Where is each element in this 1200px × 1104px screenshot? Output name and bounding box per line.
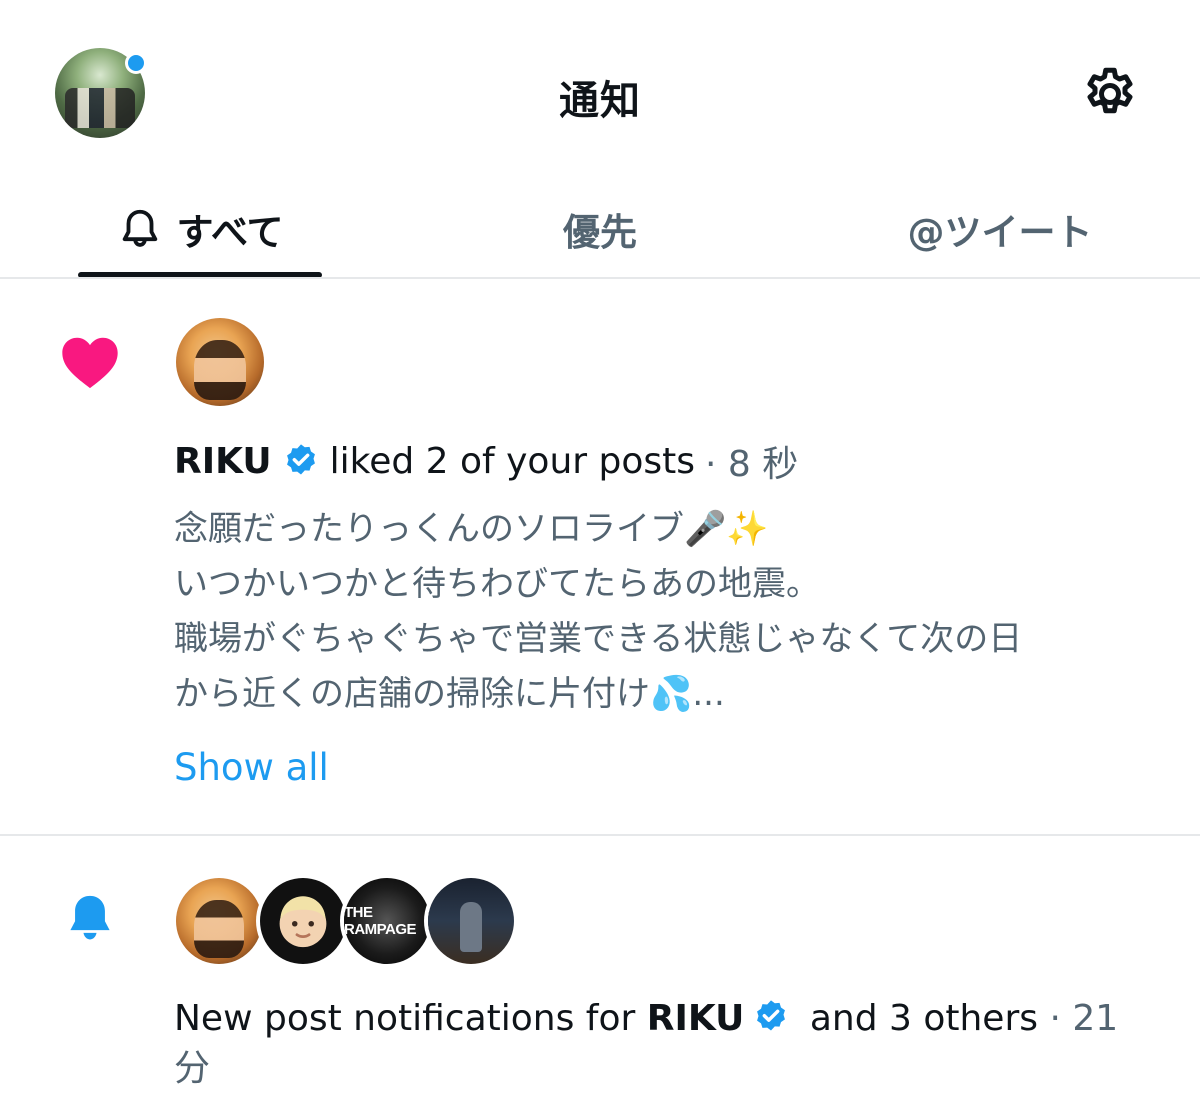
notification-header: RIKU liked 2 of your posts · 8 秒	[174, 435, 798, 487]
verified-badge-icon	[286, 444, 315, 475]
bell-icon	[70, 895, 110, 940]
user-avatar-2[interactable]	[260, 878, 346, 964]
tab-mentions-label: @ツイート	[907, 211, 1093, 254]
post-line: から近くの店舗の掃除に片付け💦...	[174, 674, 725, 714]
notification-text: New post notifications for RIKU and 3 ot…	[174, 994, 1164, 1094]
post-line: いつかいつかと待ちわびてたらあの地震。	[174, 564, 820, 604]
timestamp-unit: 分	[174, 1048, 211, 1089]
user-avatar-4[interactable]	[428, 878, 514, 964]
suffix-text: and 3 others	[798, 998, 1038, 1039]
header: 通知	[0, 0, 1200, 180]
heart-icon	[62, 337, 118, 389]
show-all-link[interactable]: Show all	[174, 746, 329, 789]
tab-priority[interactable]: 優先	[500, 180, 700, 278]
action-text: liked 2 of your posts	[329, 440, 696, 482]
notification-like[interactable]: RIKU liked 2 of your posts · 8 秒 念願だったりっ…	[0, 280, 1200, 834]
timestamp: · 21	[1038, 998, 1119, 1039]
divider	[0, 277, 1200, 279]
post-line: 職場がぐちゃぐちゃで営業できる状態じゃなくて次の日	[174, 619, 1023, 659]
timestamp: · 8 秒	[705, 444, 799, 485]
tab-all[interactable]: すべて	[78, 180, 322, 278]
user-name[interactable]: RIKU	[647, 998, 745, 1039]
post-preview[interactable]: 念願だったりっくんのソロライブ🎤✨ いつかいつかと待ちわびてたらあの地震。 職場…	[174, 502, 1164, 722]
tab-bar: すべて 優先 @ツイート	[0, 180, 1200, 278]
user-avatar-rampage[interactable]: THE RAMPAGE	[344, 878, 430, 964]
gear-icon[interactable]	[1080, 64, 1140, 124]
notification-subscription[interactable]: THE RAMPAGE New post notifications for R…	[0, 836, 1200, 1104]
user-name[interactable]: RIKU	[174, 441, 272, 482]
page-title: 通知	[559, 78, 641, 124]
bell-outline-icon	[122, 209, 157, 247]
prefix-text: New post notifications for	[174, 998, 647, 1039]
tab-mentions[interactable]: @ツイート	[860, 180, 1140, 278]
verified-badge-icon	[757, 1000, 786, 1031]
user-avatar-riku[interactable]	[176, 318, 264, 406]
user-avatar-riku[interactable]	[176, 878, 262, 964]
emoji-face-icon	[279, 896, 327, 948]
tab-priority-label: 優先	[563, 211, 637, 254]
tab-all-label: すべて	[176, 211, 284, 254]
post-line: 念願だったりっくんのソロライブ🎤✨	[174, 509, 769, 549]
rampage-logo: THE RAMPAGE	[344, 904, 417, 938]
